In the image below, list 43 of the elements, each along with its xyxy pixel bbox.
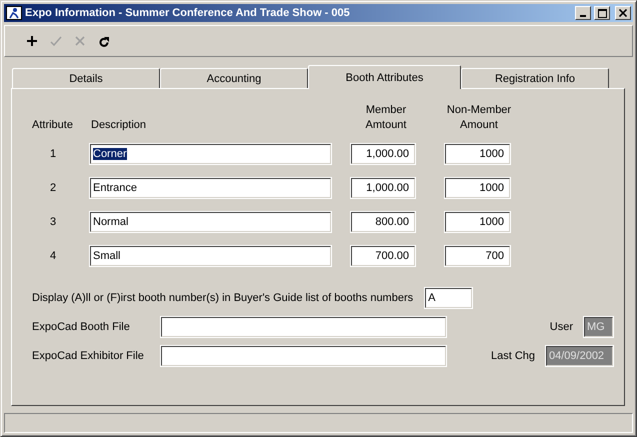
maximize-icon (598, 8, 606, 18)
tab[interactable]: Registration Info (461, 68, 609, 88)
display-option-field[interactable]: A (424, 286, 474, 308)
description-field[interactable]: Corner (89, 143, 332, 165)
description-field[interactable]: Normal (89, 211, 332, 233)
tab[interactable]: Booth Attributes (308, 65, 461, 89)
close-icon (75, 36, 85, 46)
column-header: Description (91, 118, 148, 133)
attribute-number: 4 (48, 250, 58, 262)
member-amount-field[interactable]: 1,000.00 (350, 143, 416, 165)
maximize-button[interactable] (594, 6, 610, 20)
description-field[interactable]: Entrance (89, 177, 332, 199)
column-header: Member Amtount (364, 103, 408, 133)
tab[interactable]: Details (12, 68, 160, 88)
close-icon (619, 9, 627, 17)
non-member-amount-field[interactable]: 1000 (444, 143, 511, 165)
close-button[interactable] (615, 6, 631, 20)
non-member-amount-field[interactable]: 1000 (444, 211, 511, 233)
attribute-number: 3 (48, 216, 58, 228)
attribute-number: 1 (48, 148, 58, 160)
column-header: Non-Member Amount (446, 103, 512, 133)
field-label: ExpoCad Exhibitor File (32, 350, 145, 362)
member-amount-field[interactable]: 800.00 (350, 211, 416, 233)
exhibitor-file-field[interactable] (160, 344, 447, 366)
redo-icon (99, 36, 109, 46)
attribute-number: 2 (48, 182, 58, 194)
plus-icon (27, 36, 37, 46)
field-label: ExpoCad Booth File (32, 320, 131, 332)
booth-file-field[interactable] (160, 316, 447, 338)
minimize-button[interactable] (575, 6, 591, 20)
tab[interactable]: Accounting (160, 68, 308, 88)
member-amount-field[interactable]: 700.00 (350, 245, 416, 267)
field-label: User (550, 320, 573, 332)
non-member-amount-field[interactable]: 1000 (444, 177, 511, 199)
app-icon (6, 6, 22, 20)
checkmark-icon (50, 36, 62, 46)
column-header: Attribute (32, 118, 74, 133)
member-amount-field[interactable]: 1,000.00 (350, 177, 416, 199)
description-field[interactable]: Small (89, 245, 332, 267)
window-title: Expo Information - Summer Conference And Trade Show - 005 (25, 7, 351, 19)
field-label: Display (A)ll or (F)irst booth number(s) in Buyer's Guide list of booths numbers (32, 292, 414, 304)
non-member-amount-field[interactable]: 700 (444, 245, 511, 267)
field-label: Last Chg (490, 350, 535, 362)
